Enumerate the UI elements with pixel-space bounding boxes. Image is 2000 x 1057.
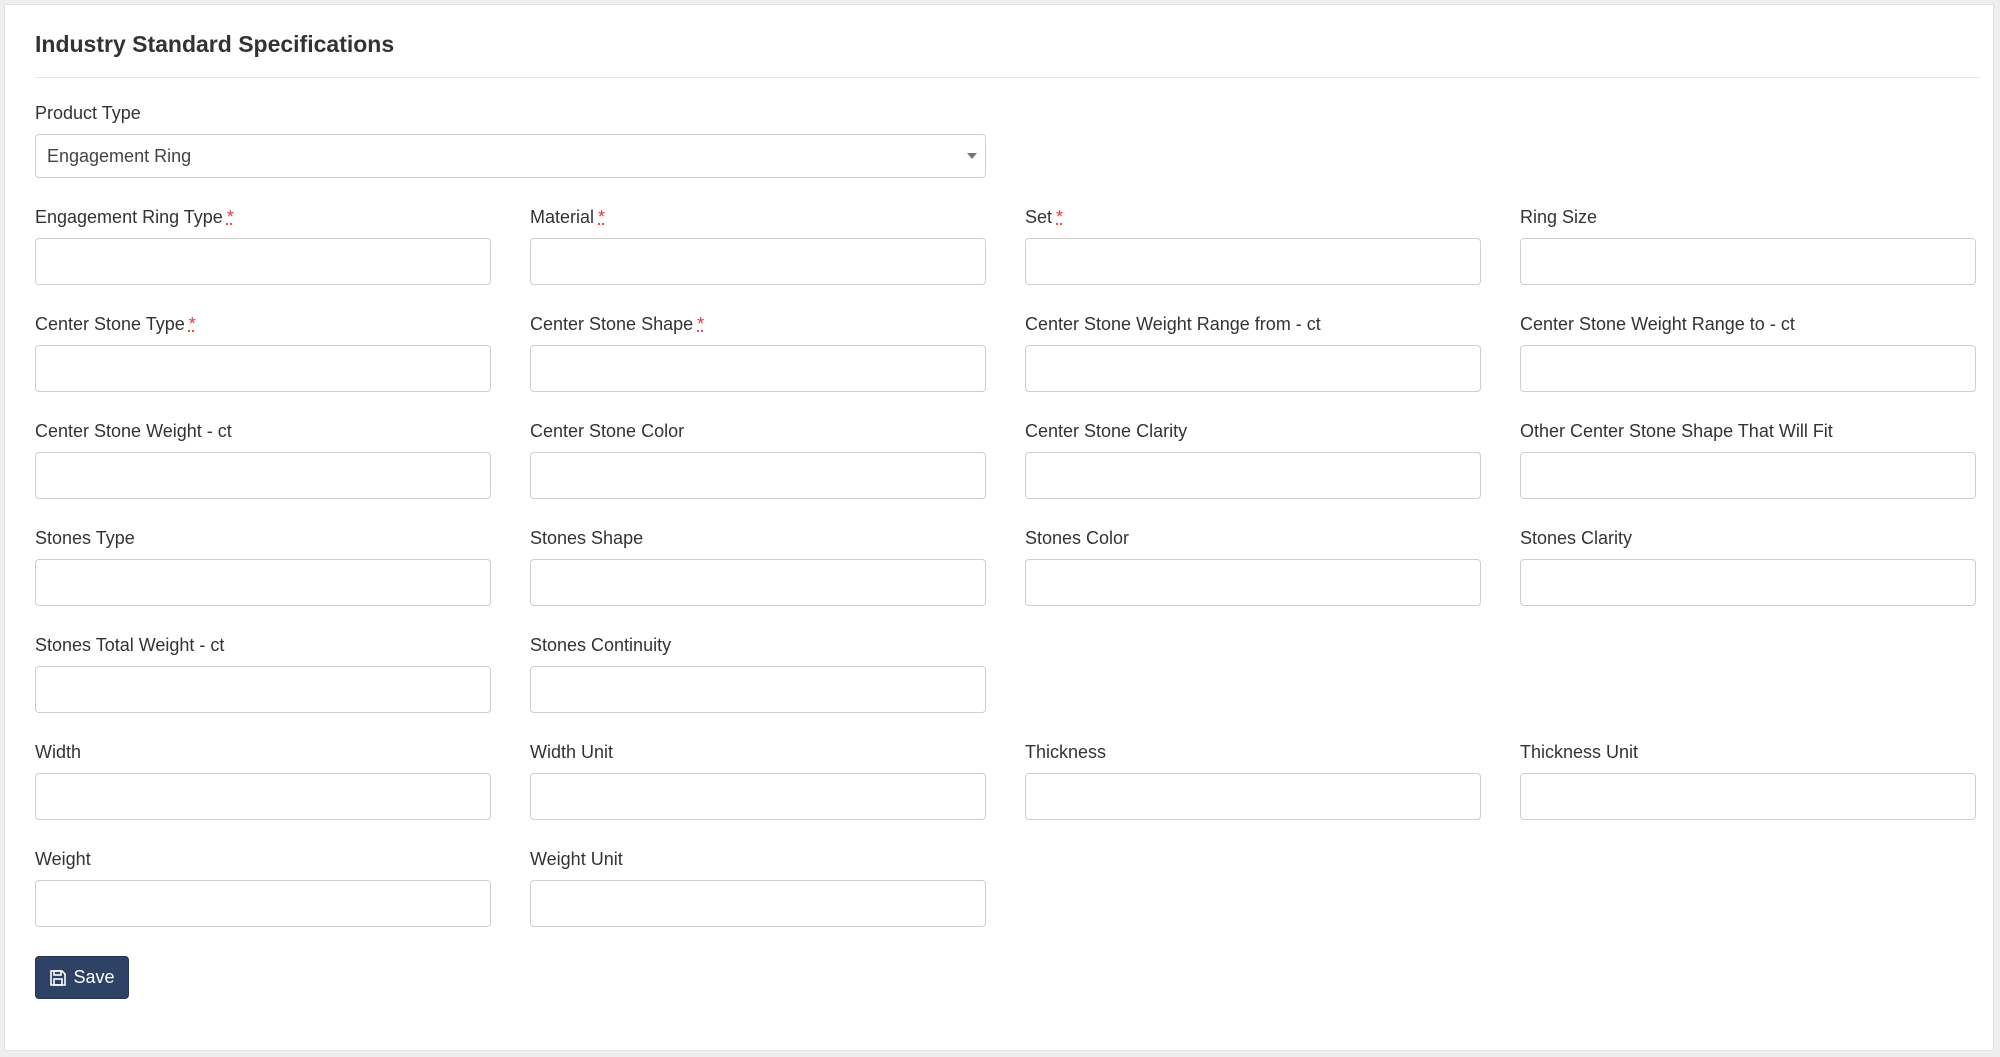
- center-stone-clarity-label: Center Stone Clarity: [1025, 421, 1188, 441]
- center-stone-type-input[interactable]: [35, 345, 491, 392]
- thickness-input[interactable]: [1025, 773, 1481, 820]
- stones-continuity-label: Stones Continuity: [530, 635, 672, 655]
- stones-total-weight-field: Stones Total Weight - ct: [35, 634, 491, 713]
- ring-size-field: Ring Size: [1520, 206, 1976, 285]
- width-unit-input[interactable]: [530, 773, 986, 820]
- product-type-select[interactable]: Engagement Ring: [35, 134, 986, 178]
- center-stone-weight-from-input[interactable]: [1025, 345, 1481, 392]
- set-label: Set *: [1025, 207, 1064, 227]
- page-title: Industry Standard Specifications: [35, 31, 395, 57]
- width-field: Width: [35, 741, 491, 820]
- center-stone-weight-to-label: Center Stone Weight Range to - ct: [1520, 314, 1795, 334]
- specifications-card: Industry Standard Specifications Product…: [4, 4, 1994, 1051]
- center-stone-type-label: Center Stone Type *: [35, 314, 196, 334]
- thickness-label: Thickness: [1025, 742, 1107, 762]
- width-unit-label: Width Unit: [530, 742, 614, 762]
- required-marker: *: [598, 207, 606, 227]
- stones-color-input[interactable]: [1025, 559, 1481, 606]
- thickness-unit-label: Thickness Unit: [1520, 742, 1639, 762]
- stones-total-weight-input[interactable]: [35, 666, 491, 713]
- width-input[interactable]: [35, 773, 491, 820]
- center-stone-weight-field: Center Stone Weight - ct: [35, 420, 491, 499]
- center-stone-clarity-input[interactable]: [1025, 452, 1481, 499]
- stones-clarity-label: Stones Clarity: [1520, 528, 1633, 548]
- stones-shape-input[interactable]: [530, 559, 986, 606]
- stones-color-field: Stones Color: [1025, 527, 1481, 606]
- floppy-disk-icon: [50, 969, 67, 986]
- engagement-ring-type-field: Engagement Ring Type *: [35, 206, 491, 285]
- save-label: Save: [73, 967, 115, 987]
- set-input[interactable]: [1025, 238, 1481, 285]
- center-stone-weight-from-field: Center Stone Weight Range from - ct: [1025, 313, 1481, 392]
- ring-size-input[interactable]: [1520, 238, 1976, 285]
- center-stone-weight-input[interactable]: [35, 452, 491, 499]
- center-stone-shape-field: Center Stone Shape *: [530, 313, 986, 392]
- other-center-stone-shape-label: Other Center Stone Shape That Will Fit: [1520, 421, 1833, 441]
- other-center-stone-shape-input[interactable]: [1520, 452, 1976, 499]
- ring-size-label: Ring Size: [1520, 207, 1598, 227]
- material-label: Material *: [530, 207, 606, 227]
- center-stone-weight-from-label: Center Stone Weight Range from - ct: [1025, 314, 1321, 334]
- weight-unit-field: Weight Unit: [530, 848, 986, 927]
- stones-clarity-field: Stones Clarity: [1520, 527, 1976, 606]
- engagement-ring-type-input[interactable]: [35, 238, 491, 285]
- width-label: Width: [35, 742, 82, 762]
- stones-type-input[interactable]: [35, 559, 491, 606]
- weight-unit-input[interactable]: [530, 880, 986, 927]
- required-marker: *: [697, 314, 705, 334]
- width-unit-field: Width Unit: [530, 741, 986, 820]
- weight-input[interactable]: [35, 880, 491, 927]
- caret-down-icon: [967, 153, 977, 159]
- product-type-label: Product Type: [35, 103, 141, 123]
- product-type-value: Engagement Ring: [47, 145, 192, 166]
- required-marker: *: [188, 314, 196, 334]
- material-input[interactable]: [530, 238, 986, 285]
- center-stone-weight-label: Center Stone Weight - ct: [35, 421, 232, 441]
- stones-shape-label: Stones Shape: [530, 528, 644, 548]
- thickness-field: Thickness: [1025, 741, 1481, 820]
- center-stone-weight-to-input[interactable]: [1520, 345, 1976, 392]
- center-stone-color-input[interactable]: [530, 452, 986, 499]
- stones-type-label: Stones Type: [35, 528, 135, 548]
- stones-type-field: Stones Type: [35, 527, 491, 606]
- stones-clarity-input[interactable]: [1520, 559, 1976, 606]
- weight-unit-label: Weight Unit: [530, 849, 623, 869]
- center-stone-shape-input[interactable]: [530, 345, 986, 392]
- center-stone-shape-label: Center Stone Shape *: [530, 314, 705, 334]
- stones-shape-field: Stones Shape: [530, 527, 986, 606]
- center-stone-color-field: Center Stone Color: [530, 420, 986, 499]
- center-stone-type-field: Center Stone Type *: [35, 313, 491, 392]
- other-center-stone-shape-field: Other Center Stone Shape That Will Fit: [1520, 420, 1976, 499]
- thickness-unit-input[interactable]: [1520, 773, 1976, 820]
- stones-continuity-field: Stones Continuity: [530, 634, 986, 713]
- stones-continuity-input[interactable]: [530, 666, 986, 713]
- stones-total-weight-label: Stones Total Weight - ct: [35, 635, 225, 655]
- set-field: Set *: [1025, 206, 1481, 285]
- weight-field: Weight: [35, 848, 491, 927]
- save-button[interactable]: Save: [35, 956, 129, 999]
- required-marker: *: [1056, 207, 1064, 227]
- center-stone-weight-to-field: Center Stone Weight Range to - ct: [1520, 313, 1976, 392]
- stones-color-label: Stones Color: [1025, 528, 1130, 548]
- material-field: Material *: [530, 206, 986, 285]
- weight-label: Weight: [35, 849, 91, 869]
- product-type-field: Product Type Engagement Ring: [35, 102, 986, 178]
- thickness-unit-field: Thickness Unit: [1520, 741, 1976, 820]
- center-stone-color-label: Center Stone Color: [530, 421, 685, 441]
- center-stone-clarity-field: Center Stone Clarity: [1025, 420, 1481, 499]
- card-body: Industry Standard Specifications Product…: [35, 5, 1980, 927]
- engagement-ring-type-label: Engagement Ring Type *: [35, 207, 234, 227]
- title-divider: [35, 77, 1980, 78]
- required-marker: *: [226, 207, 234, 227]
